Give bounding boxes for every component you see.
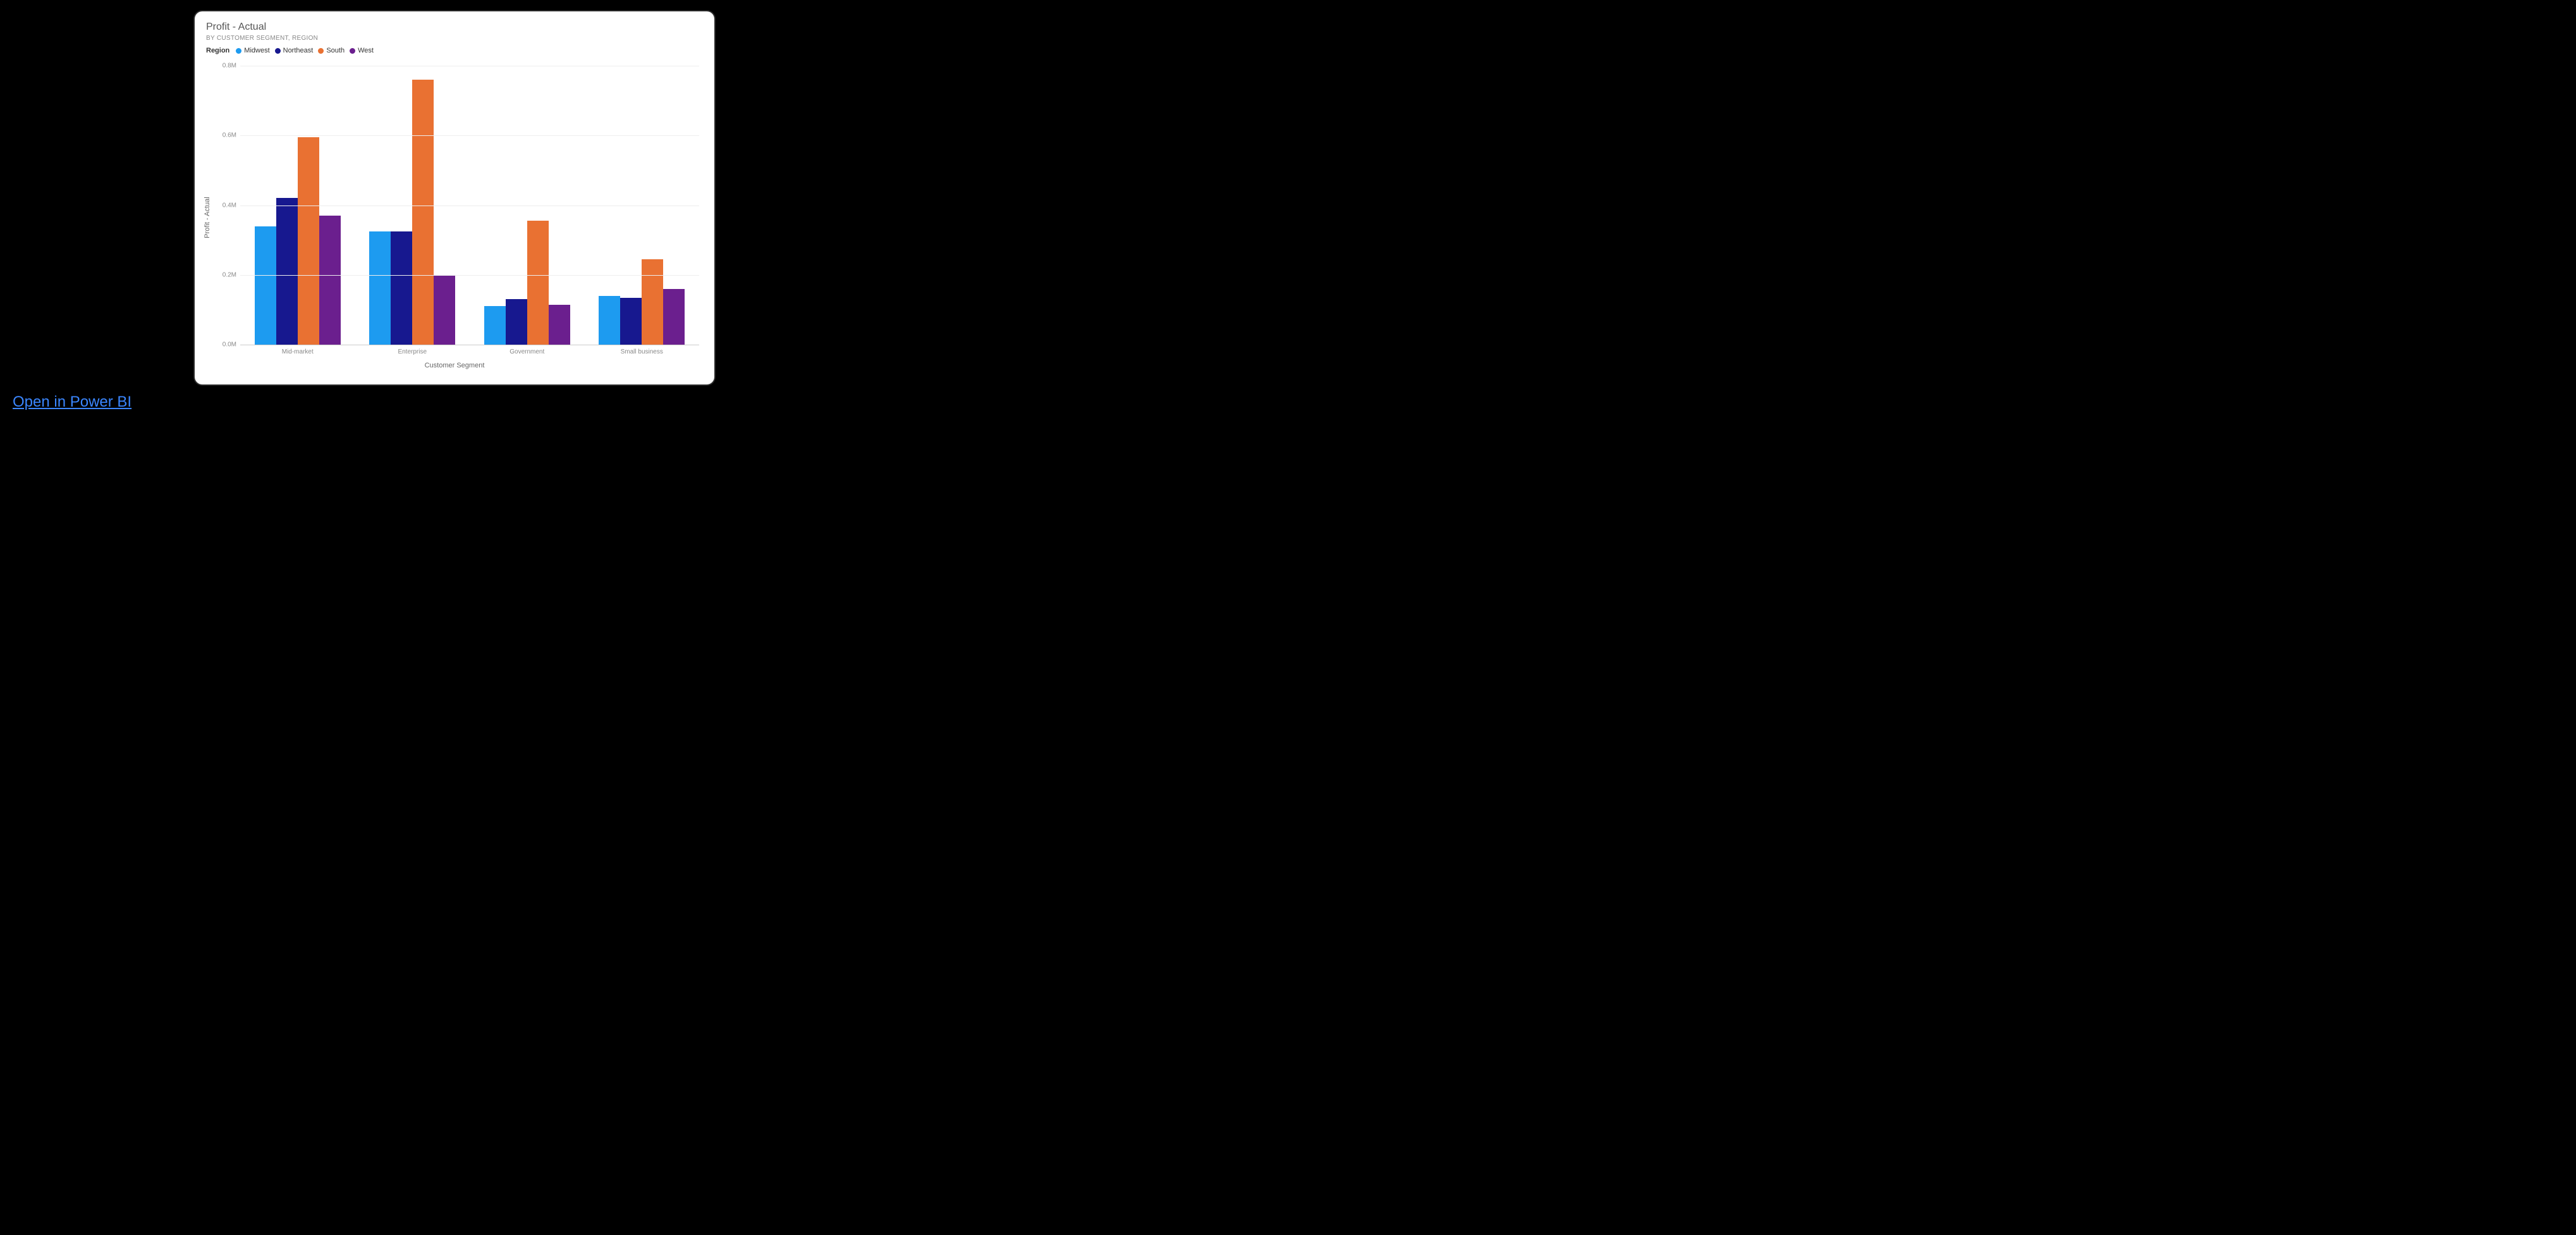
bar[interactable] <box>369 231 391 345</box>
bar[interactable] <box>298 137 319 345</box>
bar[interactable] <box>527 221 549 345</box>
chart-title: Profit - Actual <box>206 22 703 33</box>
y-tick-label: 0.8M <box>223 63 240 70</box>
chart-legend: Region Midwest Northeast South West <box>206 47 703 54</box>
x-tick-label: Enterprise <box>355 345 470 355</box>
legend-label: Midwest <box>244 47 269 54</box>
bar[interactable] <box>276 198 298 345</box>
legend-title: Region <box>206 47 229 54</box>
bar[interactable] <box>391 231 412 345</box>
bar[interactable] <box>620 298 642 345</box>
legend-swatch-icon <box>318 48 324 54</box>
bar[interactable] <box>434 275 455 345</box>
legend-item[interactable]: West <box>350 47 374 54</box>
bar[interactable] <box>642 259 663 345</box>
bar[interactable] <box>663 289 685 345</box>
bar[interactable] <box>599 296 620 345</box>
bar[interactable] <box>549 305 570 345</box>
legend-item[interactable]: Northeast <box>275 47 314 54</box>
y-tick-label: 0.0M <box>223 341 240 348</box>
legend-swatch-icon <box>275 48 281 54</box>
x-tick-label: Government <box>470 345 585 355</box>
gridline <box>240 135 699 136</box>
y-tick-label: 0.4M <box>223 202 240 209</box>
legend-swatch-icon <box>350 48 355 54</box>
legend-swatch-icon <box>236 48 241 54</box>
y-tick-label: 0.6M <box>223 132 240 139</box>
gridline <box>240 275 699 276</box>
bar[interactable] <box>484 306 506 345</box>
bar[interactable] <box>255 226 276 345</box>
chart-subtitle: BY CUSTOMER SEGMENT, REGION <box>206 35 703 42</box>
legend-item[interactable]: South <box>318 47 345 54</box>
open-in-power-bi-link[interactable]: Open in Power BI <box>13 393 131 411</box>
x-tick-label: Mid-market <box>240 345 355 355</box>
legend-label: South <box>326 47 345 54</box>
x-tick-label: Small business <box>585 345 700 355</box>
x-axis-title: Customer Segment <box>206 362 703 369</box>
bar[interactable] <box>506 299 527 345</box>
legend-label: West <box>358 47 374 54</box>
bar[interactable] <box>412 80 434 345</box>
chart-card: Profit - Actual BY CUSTOMER SEGMENT, REG… <box>195 11 714 384</box>
y-tick-label: 0.2M <box>223 271 240 278</box>
plot-region[interactable]: Mid-marketEnterpriseGovernmentSmall busi… <box>240 66 699 345</box>
bar[interactable] <box>319 216 341 345</box>
y-axis-title: Profit - Actual <box>204 197 211 238</box>
chart-plot-area: Profit - Actual Mid-marketEnterpriseGove… <box>206 63 703 372</box>
legend-label: Northeast <box>283 47 314 54</box>
legend-item[interactable]: Midwest <box>236 47 269 54</box>
